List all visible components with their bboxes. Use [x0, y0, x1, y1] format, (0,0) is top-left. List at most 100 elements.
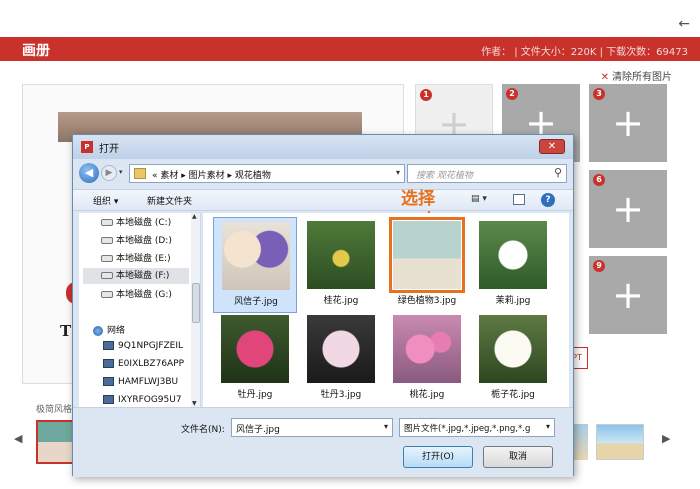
app-window: ← 画册 作者： | 文件大小：220K | 下载次数：69473 ✕ 清除所有图… [0, 0, 700, 489]
file-thumbnail [307, 315, 375, 383]
file-name: 桂花.jpg [323, 296, 359, 306]
help-icon[interactable]: ? [541, 193, 555, 207]
computer-icon [103, 377, 114, 386]
chevron-down-icon[interactable]: ▾ [546, 422, 550, 431]
file-name: 桃花.jpg [409, 390, 445, 400]
command-bar: 组织 ▾ 新建文件夹 选择 ▤ ▾ ? [73, 189, 573, 211]
search-placeholder: 搜索 观花植物 [416, 171, 473, 181]
file-item[interactable]: 桃花.jpg [385, 311, 469, 407]
file-thumbnail [479, 221, 547, 289]
file-name: 牡丹3.jpg [320, 390, 362, 400]
views-icon[interactable]: ▤ ▾ [471, 194, 487, 204]
clear-all-button[interactable]: ✕ 清除所有图片 [601, 68, 672, 83]
scroll-thumb[interactable] [192, 283, 200, 323]
tree-item-computer[interactable]: HAMFLWJ3BU [103, 377, 178, 387]
tree-scrollbar[interactable]: ▲ ▼ [191, 213, 200, 407]
computer-icon [103, 359, 114, 368]
image-slot-6[interactable]: + 6 [589, 170, 667, 248]
strip-prev-icon[interactable]: ◀ [14, 432, 22, 445]
address-bar[interactable]: « 素材 ▸ 图片素材 ▸ 观花植物 ▾ [129, 164, 405, 183]
file-name: 牡丹.jpg [237, 390, 273, 400]
preview-pane-icon[interactable] [513, 194, 525, 205]
filename-label: 文件名(N): [181, 425, 225, 435]
file-thumbnail [393, 315, 461, 383]
tree-label: 9Q1NPGJFZEIL [118, 341, 184, 351]
scroll-up-icon[interactable]: ▲ [192, 213, 197, 220]
select-callout: 选择 [401, 189, 435, 209]
tree-label: E0IXLBZ76APP [118, 359, 185, 369]
file-name: 绿色植物3.jpg [397, 296, 457, 306]
network-icon [93, 325, 103, 336]
file-item[interactable]: 绿色植物3.jpg [385, 217, 469, 313]
filetype-select[interactable]: 图片文件(*.jpg,*.jpeg,*.png,*.g ▾ [399, 418, 555, 437]
page-title: 画册 [22, 43, 50, 59]
tree-label: 网络 [107, 326, 126, 336]
drive-icon [101, 272, 113, 279]
filename-field[interactable]: 风信子.jpg ▾ [231, 418, 393, 437]
drive-icon [101, 219, 113, 226]
image-slot-9[interactable]: + 9 [589, 256, 667, 334]
search-icon[interactable]: ⚲ [554, 166, 562, 179]
clear-all-label: 清除所有图片 [612, 72, 672, 83]
tree-label: 本地磁盘 (F:) [116, 271, 170, 281]
dialog-titlebar[interactable]: P 打开 ✕ [73, 135, 573, 159]
file-item[interactable]: 风信子.jpg [213, 217, 297, 313]
chevron-down-icon[interactable]: ▾ [396, 168, 400, 177]
file-thumbnail [221, 315, 289, 383]
file-item[interactable]: 栀子花.jpg [471, 311, 555, 407]
tree-item-drive-d[interactable]: 本地磁盘 (D:) [101, 233, 172, 249]
tree-item-computer[interactable]: IXYRFOG95U7 [103, 395, 182, 405]
file-item[interactable]: 牡丹.jpg [213, 311, 297, 407]
filetype-value: 图片文件(*.jpg,*.jpeg,*.png,*.g [404, 424, 531, 434]
tree-item-drive-f[interactable]: 本地磁盘 (F:) [83, 268, 189, 284]
file-item[interactable]: 牡丹3.jpg [299, 311, 383, 407]
canvas-text: T [60, 322, 72, 340]
tree-label: 本地磁盘 (C:) [116, 218, 172, 228]
new-folder-button[interactable]: 新建文件夹 [147, 194, 192, 207]
back-arrow-icon[interactable]: ← [678, 16, 690, 32]
open-file-dialog: P 打开 ✕ ◀ ▶ ▾ « 素材 ▸ 图片素材 ▸ 观花植物 ▾ 搜索 观花植… [72, 134, 574, 477]
slot-number: 9 [593, 260, 605, 272]
dialog-footer: 文件名(N): 风信子.jpg ▾ 图片文件(*.jpg,*.jpeg,*.pn… [73, 407, 573, 477]
drive-icon [101, 291, 113, 298]
top-bar: ← [0, 14, 700, 36]
file-name: 风信子.jpg [234, 297, 278, 307]
style-label: 极简风格 [36, 405, 73, 415]
file-item[interactable]: 茉莉.jpg [471, 217, 555, 313]
cancel-button[interactable]: 取消 [483, 446, 553, 468]
template-thumb[interactable] [596, 424, 644, 460]
template-thumb-selected[interactable] [36, 420, 76, 464]
search-box[interactable]: 搜索 观花植物 ⚲ [407, 164, 567, 183]
dialog-close-button[interactable]: ✕ [539, 139, 565, 154]
author-meta: 作者： | 文件大小：220K | 下载次数：69473 [481, 47, 688, 58]
open-button[interactable]: 打开(O) [403, 446, 473, 468]
forward-button-icon[interactable]: ▶ [101, 165, 117, 181]
back-button-icon[interactable]: ◀ [79, 163, 99, 183]
tree-item-drive-c[interactable]: 本地磁盘 (C:) [101, 215, 171, 231]
tree-item-computer[interactable]: 9Q1NPGJFZEIL [103, 341, 183, 351]
dialog-title: 打开 [99, 144, 119, 155]
tree-item-drive-e[interactable]: 本地磁盘 (E:) [101, 251, 171, 267]
history-dropdown-icon[interactable]: ▾ [119, 168, 123, 176]
scroll-down-icon[interactable]: ▼ [192, 400, 197, 407]
filename-value: 风信子.jpg [236, 425, 280, 435]
template-thumb[interactable] [572, 424, 588, 460]
computer-icon [103, 395, 114, 404]
tree-item-network[interactable]: 网络 [93, 323, 125, 336]
strip-next-icon[interactable]: ▶ [662, 432, 670, 445]
file-item[interactable]: 桂花.jpg [299, 217, 383, 313]
tree-item-drive-g[interactable]: 本地磁盘 (G:) [101, 287, 172, 303]
slot-number: 1 [420, 89, 432, 101]
tree-label: HAMFLWJ3BU [118, 377, 179, 387]
file-list: 风信子.jpg 桂花.jpg 绿色植物3.jpg 茉莉.jpg 牡丹.jpg 牡… [203, 213, 569, 407]
slot-number: 6 [593, 174, 605, 186]
image-slot-3[interactable]: + 3 [589, 84, 667, 162]
tree-item-computer[interactable]: E0IXLBZ76APP [103, 359, 184, 369]
chevron-down-icon[interactable]: ▾ [384, 422, 388, 431]
slot-number: 2 [506, 88, 518, 100]
file-name: 茉莉.jpg [495, 296, 531, 306]
close-icon: ✕ [600, 72, 609, 83]
address-path: « 素材 ▸ 图片素材 ▸ 观花植物 [152, 171, 271, 181]
organize-menu[interactable]: 组织 ▾ [93, 194, 118, 207]
powerpoint-icon: P [81, 141, 93, 153]
